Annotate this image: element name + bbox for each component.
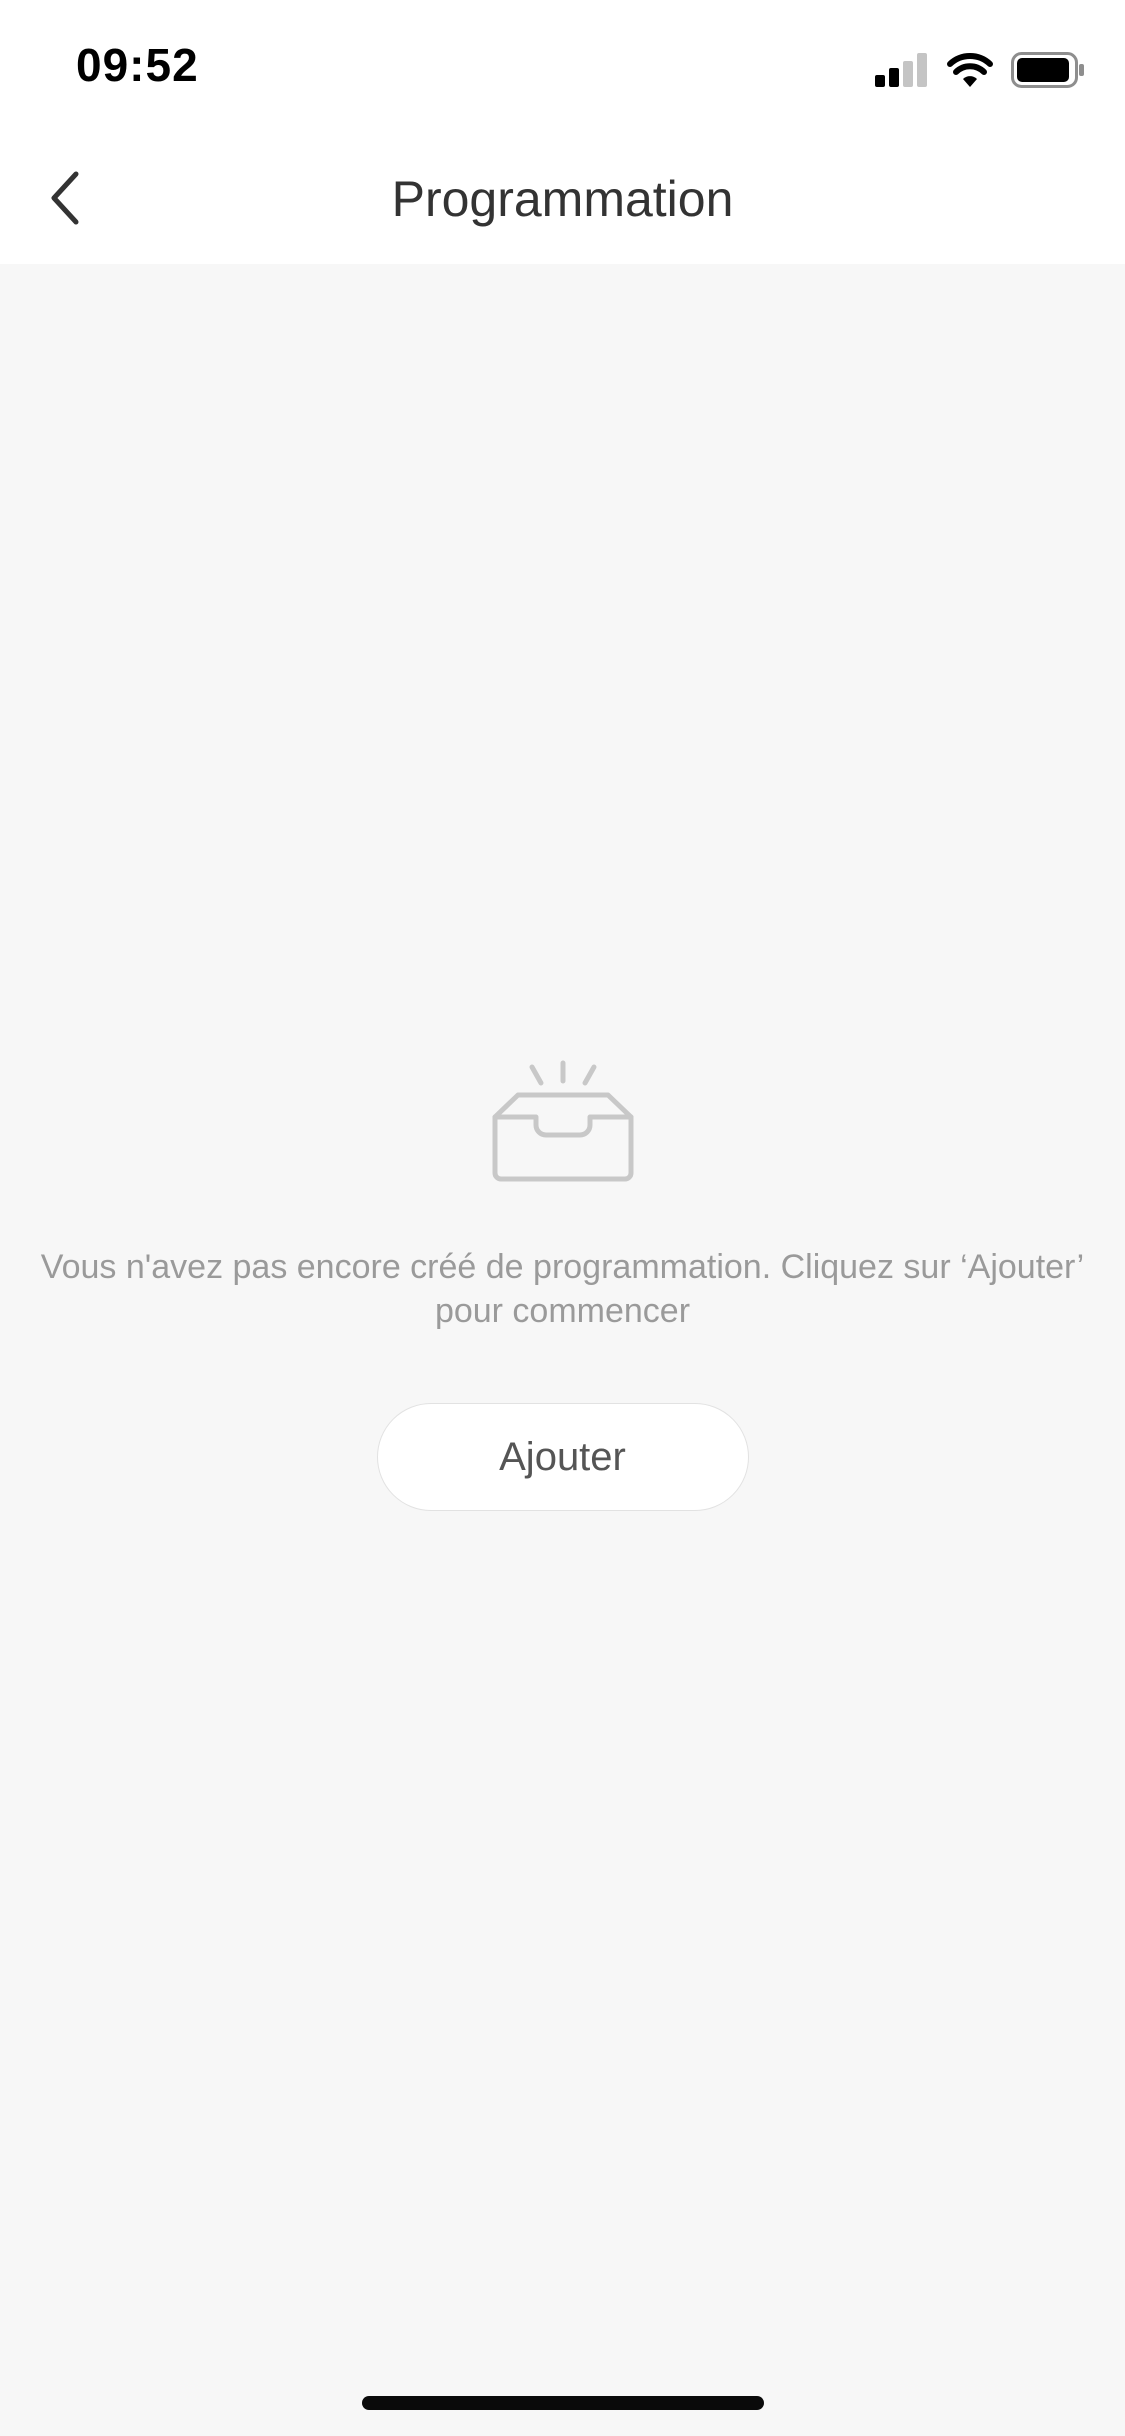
add-button[interactable]: Ajouter	[376, 1403, 749, 1511]
page-title: Programmation	[391, 171, 734, 227]
status-bar: 09:52	[0, 0, 1125, 132]
signal-icon	[875, 53, 927, 87]
empty-state: Vous n'avez pas encore créé de programma…	[0, 1055, 1125, 1511]
wifi-icon	[947, 53, 993, 87]
empty-message: Vous n'avez pas encore créé de programma…	[40, 1248, 1085, 1330]
nav-bar: Programmation	[0, 132, 1125, 264]
battery-icon	[1011, 52, 1084, 88]
home-indicator[interactable]	[362, 2396, 764, 2410]
status-icons	[875, 48, 1085, 92]
empty-inbox-icon	[492, 1060, 633, 1182]
status-time: 09:52	[76, 39, 199, 91]
